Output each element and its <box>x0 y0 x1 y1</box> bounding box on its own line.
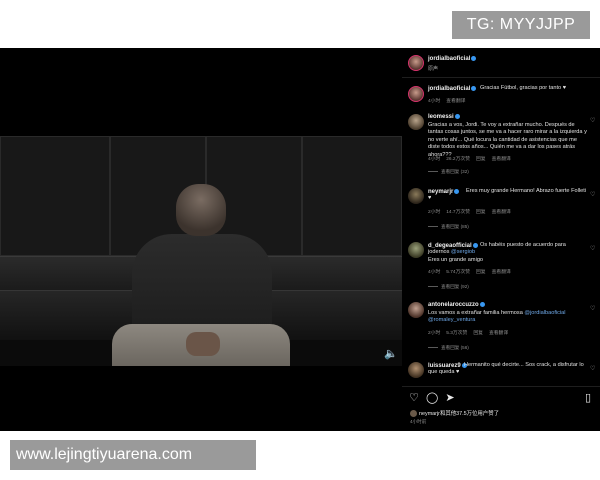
heart-icon[interactable]: ♡ <box>590 246 596 252</box>
comment-time: 4小时 <box>428 270 441 275</box>
person-hands <box>186 332 220 356</box>
commenter-avatar[interactable] <box>408 188 424 204</box>
comment-time: 2小时 <box>428 210 441 215</box>
wall-panel <box>302 136 402 256</box>
heart-icon[interactable]: ♡ <box>408 392 420 404</box>
commenter-avatar[interactable] <box>408 302 424 318</box>
reply-link[interactable]: 回复 <box>476 157 486 162</box>
comment-meta: 4小时 5.74万次赞 回复 查看翻译 <box>428 268 517 275</box>
author-username[interactable]: jordialbaoficial <box>428 56 477 62</box>
comment-time: 4小时 <box>428 157 441 162</box>
comment-text: Los vamos a extrañar familia hermosa @jo… <box>428 310 590 325</box>
comment-text: Gracias Fútbol, gracias por tanto ♥ <box>480 85 567 91</box>
commenter-avatar[interactable] <box>408 362 424 378</box>
likes-text[interactable]: neymarjr和其他37.5万位用户赞了 <box>419 411 499 417</box>
post-action-bar: ♡ ◯ ➤ ▯ <box>402 386 600 408</box>
comment-icon[interactable]: ◯ <box>426 392 438 404</box>
comment-text: Os habéis puesto de acuerdo para joderno… <box>428 242 588 257</box>
comment-username[interactable]: leomessi <box>428 114 460 120</box>
verified-icon <box>454 114 460 119</box>
username-text[interactable]: leomessi <box>428 114 454 120</box>
send-icon[interactable]: ➤ <box>444 392 456 404</box>
commenter-avatar[interactable] <box>408 242 424 258</box>
site-watermark: www.lejingtiyuarena.com <box>10 440 256 470</box>
translate-link[interactable]: 查看翻译 <box>492 210 511 215</box>
verified-icon <box>479 302 485 307</box>
post-timestamp: 4小时前 <box>410 419 427 424</box>
translate-link[interactable]: 查看翻译 <box>446 99 465 104</box>
comment-text: Eres un grande amigo <box>428 257 484 263</box>
likes-summary[interactable]: neymarjr和其他37.5万位用户赞了 <box>410 409 499 418</box>
comment-username[interactable]: jordialbaoficial <box>428 86 477 92</box>
comment-text: Eres muy grande Hermano! Abrazo fuerte F… <box>428 188 587 202</box>
username-text[interactable]: antonelaroccuzzo <box>428 302 479 308</box>
author-avatar[interactable] <box>408 55 424 71</box>
heart-icon[interactable]: ♡ <box>590 118 596 124</box>
comment-meta: 4小时 查看翻译 <box>428 97 471 104</box>
username-text[interactable]: jordialbaoficial <box>428 86 470 92</box>
like-count[interactable]: 26.2万次赞 <box>446 157 470 162</box>
liker-avatar <box>410 410 417 418</box>
reply-link[interactable]: 回复 <box>473 331 483 336</box>
comments-panel: jordialbaoficial 原声 jordialbaoficial Gra… <box>402 48 600 431</box>
person-head <box>176 184 226 236</box>
view-replies[interactable]: 查看回复 (92) <box>428 284 469 290</box>
verified-icon <box>471 86 477 91</box>
video-player[interactable]: 🔈 <box>0 48 402 431</box>
comment-time: 4小时 <box>428 99 441 104</box>
comment-meta: 2小时 5.3万次赞 回复 查看翻译 <box>428 329 514 336</box>
wall-panel <box>0 136 110 256</box>
commenter-avatar[interactable] <box>408 86 424 102</box>
translate-link[interactable]: 查看翻译 <box>489 331 508 336</box>
translate-link[interactable]: 查看翻译 <box>492 270 511 275</box>
comment-text-part: Los vamos a extrañar familia hermosa <box>428 310 523 316</box>
view-replies[interactable]: 查看回复 (56) <box>428 345 469 351</box>
telegram-watermark: TG: MYYJJPP <box>452 11 590 39</box>
instagram-post-window: 🔈 jordialbaoficial 原声 jordialbaoficial G… <box>0 48 600 431</box>
comment-meta: 2小时 14.7万次赞 回复 查看翻译 <box>428 208 517 215</box>
comment-text-part: Os habéis puesto de acuerdo para joderno… <box>428 242 566 256</box>
verified-icon <box>471 56 477 61</box>
comment-meta: 4小时 26.2万次赞 回复 查看翻译 <box>428 155 517 162</box>
comment-text: Hermanito qué decirte... Sos crack, a di… <box>428 362 584 376</box>
video-frame <box>0 136 402 366</box>
comment-username[interactable]: antonelaroccuzzo <box>428 302 485 308</box>
reply-link[interactable]: 回复 <box>476 270 486 275</box>
view-replies[interactable]: 查看回复 (32) <box>428 169 469 175</box>
commenter-avatar[interactable] <box>408 114 424 130</box>
mention-link[interactable]: @sergiob <box>451 249 475 255</box>
like-count[interactable]: 5.3万次赞 <box>446 331 467 336</box>
comment-time: 2小时 <box>428 331 441 336</box>
view-replies[interactable]: 查看回复 (85) <box>428 224 469 230</box>
speaker-icon[interactable]: 🔈 <box>384 348 398 360</box>
like-count[interactable]: 14.7万次赞 <box>446 210 470 215</box>
author-name-text[interactable]: jordialbaoficial <box>428 56 470 62</box>
heart-icon[interactable]: ♡ <box>590 366 596 372</box>
heart-icon[interactable]: ♡ <box>590 306 596 312</box>
heart-icon[interactable]: ♡ <box>590 192 596 198</box>
reply-link[interactable]: 回复 <box>476 210 486 215</box>
comment-text: Gracias a vos, Jordi. Te voy a extrañar … <box>428 122 587 158</box>
like-count[interactable]: 5.74万次赞 <box>446 270 470 275</box>
translate-link[interactable]: 查看翻译 <box>492 157 511 162</box>
bookmark-icon[interactable]: ▯ <box>582 392 594 404</box>
post-header: jordialbaoficial 原声 <box>402 48 600 78</box>
audio-label[interactable]: 原声 <box>428 65 438 72</box>
